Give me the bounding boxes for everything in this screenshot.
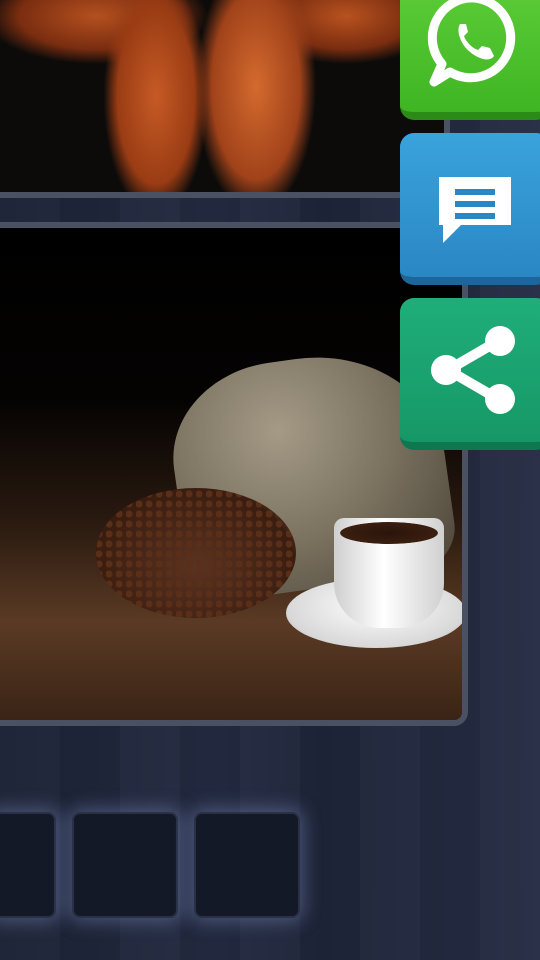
share-button[interactable] bbox=[400, 298, 540, 450]
puzzle-picture-main bbox=[0, 222, 468, 726]
puzzle-picture-top bbox=[0, 0, 450, 198]
message-icon bbox=[439, 177, 511, 243]
coffee-beans bbox=[96, 488, 296, 618]
answer-slot[interactable] bbox=[0, 812, 56, 918]
answer-slot[interactable] bbox=[194, 812, 300, 918]
arms-photo bbox=[0, 0, 444, 192]
whatsapp-share-button[interactable] bbox=[400, 0, 540, 120]
message-button[interactable] bbox=[400, 133, 540, 285]
share-icon bbox=[431, 326, 515, 414]
answer-slot[interactable] bbox=[72, 812, 178, 918]
answer-slots bbox=[0, 812, 300, 918]
coffee-cup bbox=[334, 518, 444, 628]
coffee-photo bbox=[0, 228, 462, 720]
whatsapp-icon bbox=[427, 0, 516, 87]
